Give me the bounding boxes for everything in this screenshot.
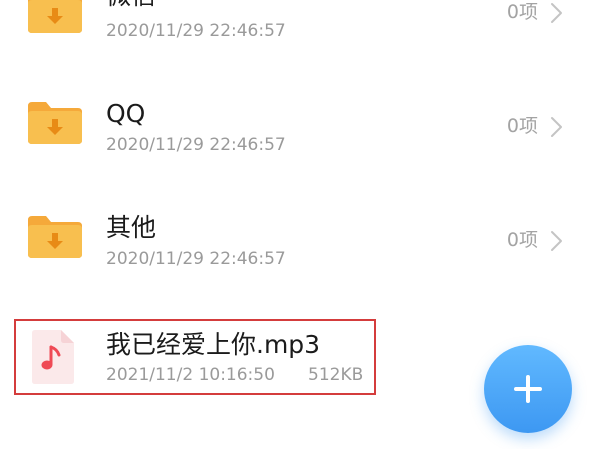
add-button[interactable] [484, 345, 572, 433]
folder-row-other[interactable]: 其他 2020/11/29 22:46:57 0项 [0, 196, 600, 286]
folder-date: 2020/11/29 22:46:57 [106, 249, 286, 269]
chevron-right-icon [551, 117, 562, 137]
chevron-right-icon [551, 3, 562, 23]
folder-name: 微信 [106, 0, 156, 8]
file-name: 我已经爱上你.mp3 [106, 330, 321, 359]
folder-date: 2020/11/29 22:46:57 [106, 135, 286, 155]
folder-download-icon [28, 0, 82, 33]
folder-name: QQ [106, 99, 146, 128]
folder-download-icon [28, 102, 82, 144]
music-note-icon [32, 330, 74, 384]
chevron-right-icon [551, 231, 562, 251]
folder-download-icon [28, 216, 82, 258]
file-size: 512KB [308, 365, 364, 385]
folder-row-wechat[interactable]: 微信 2020/11/29 22:46:57 0项 [0, 0, 600, 68]
folder-date: 2020/11/29 22:46:57 [106, 21, 286, 41]
file-manager-screen: 微信 2020/11/29 22:46:57 0项 QQ 2020/11/29 … [0, 0, 600, 449]
plus-icon [514, 375, 542, 403]
file-date: 2021/11/2 10:16:50 [106, 365, 275, 385]
folder-item-count: 0项 [506, 229, 538, 251]
folder-item-count: 0项 [506, 115, 538, 137]
folder-name: 其他 [106, 213, 157, 242]
folder-row-qq[interactable]: QQ 2020/11/29 22:46:57 0项 [0, 82, 600, 172]
folder-item-count: 0项 [506, 1, 538, 23]
file-row-mp3[interactable]: 我已经爱上你.mp3 2021/11/2 10:16:50 512KB [14, 319, 376, 395]
